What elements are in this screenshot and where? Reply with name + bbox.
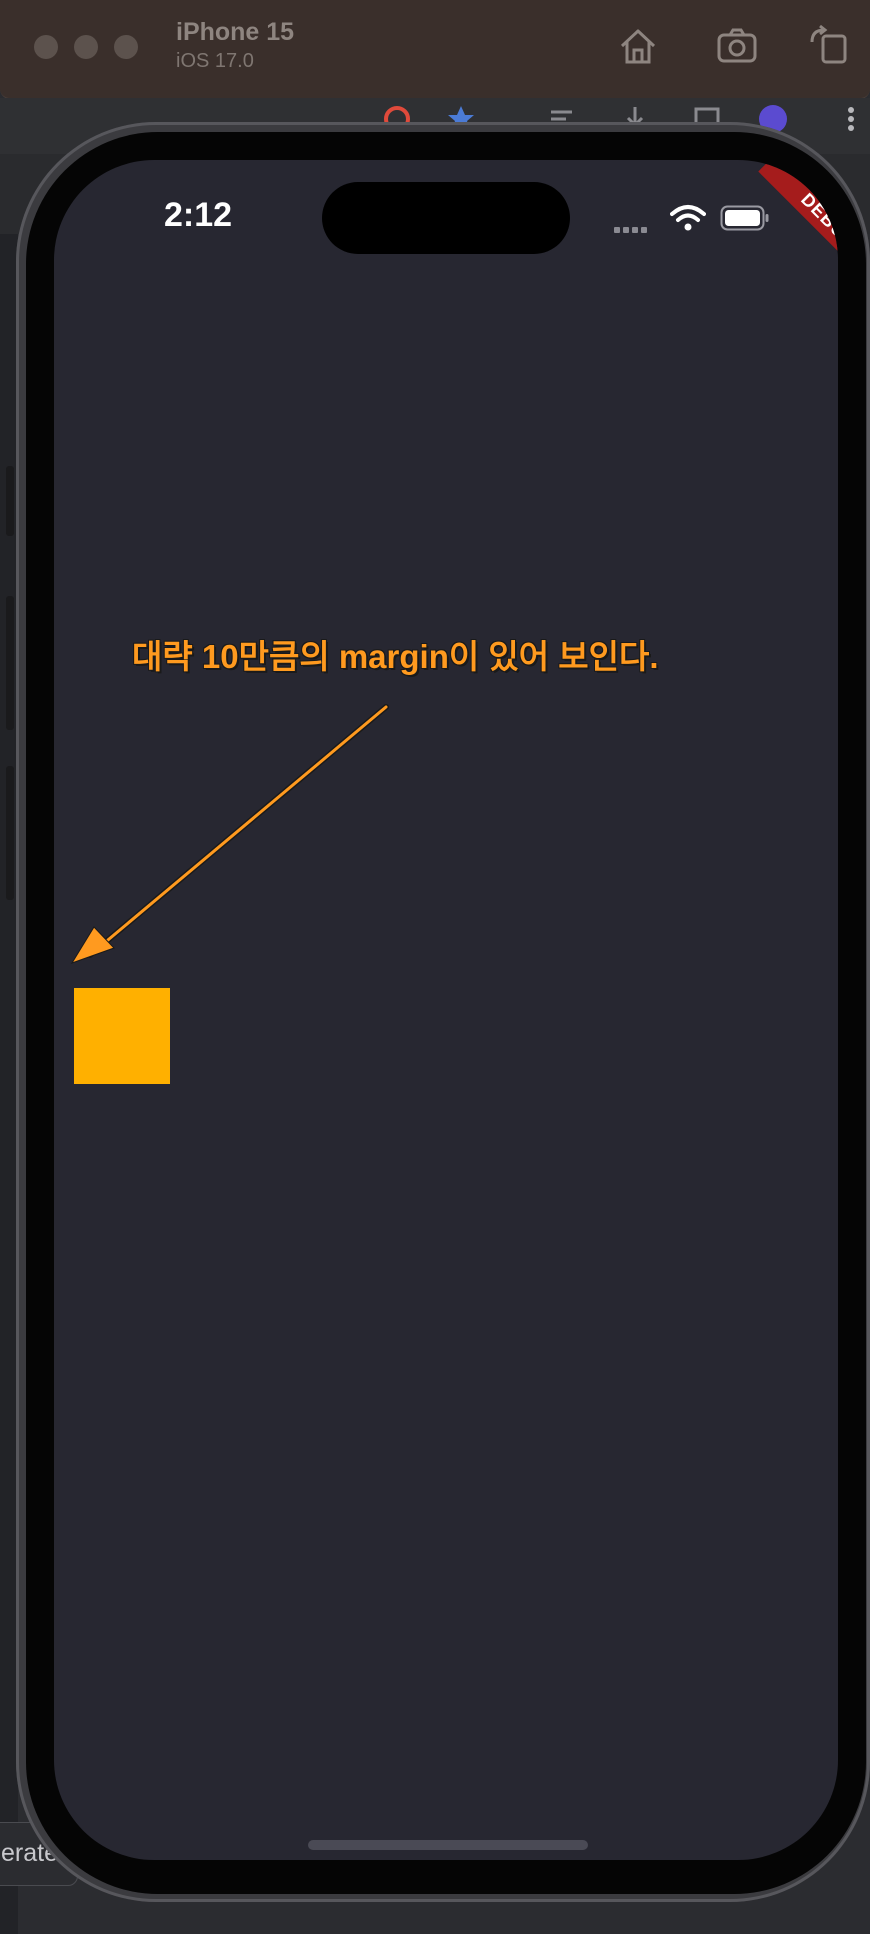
minimize-window-button[interactable] <box>74 35 98 59</box>
battery-icon <box>720 205 769 231</box>
home-indicator[interactable] <box>308 1840 588 1850</box>
phone-screen: 2:12 DEBUG 대략 10만큼의 margin이 있어 보인다. <box>54 160 838 1860</box>
wifi-icon <box>670 205 706 231</box>
annotation-arrow <box>70 704 389 964</box>
status-bar-time: 2:12 <box>164 196 233 234</box>
camera-icon[interactable] <box>713 22 761 70</box>
home-icon[interactable] <box>614 22 662 70</box>
background-tab-marker <box>6 596 14 730</box>
device-os-version: iOS 17.0 <box>176 50 254 72</box>
close-window-button[interactable] <box>34 35 58 59</box>
simulator-title-bar: iPhone 15 iOS 17.0 <box>0 0 870 99</box>
device-name: iPhone 15 <box>176 18 295 46</box>
dynamic-island <box>322 182 570 254</box>
zoom-window-button[interactable] <box>114 35 138 59</box>
background-tab-marker <box>6 766 14 900</box>
orange-box <box>74 988 170 1084</box>
background-tab-marker <box>6 466 14 536</box>
more-menu-icon <box>848 107 854 131</box>
annotation-text: 대략 10만큼의 margin이 있어 보인다. <box>132 638 659 675</box>
rotate-icon[interactable] <box>806 22 854 70</box>
cellular-signal-icon <box>614 220 650 238</box>
